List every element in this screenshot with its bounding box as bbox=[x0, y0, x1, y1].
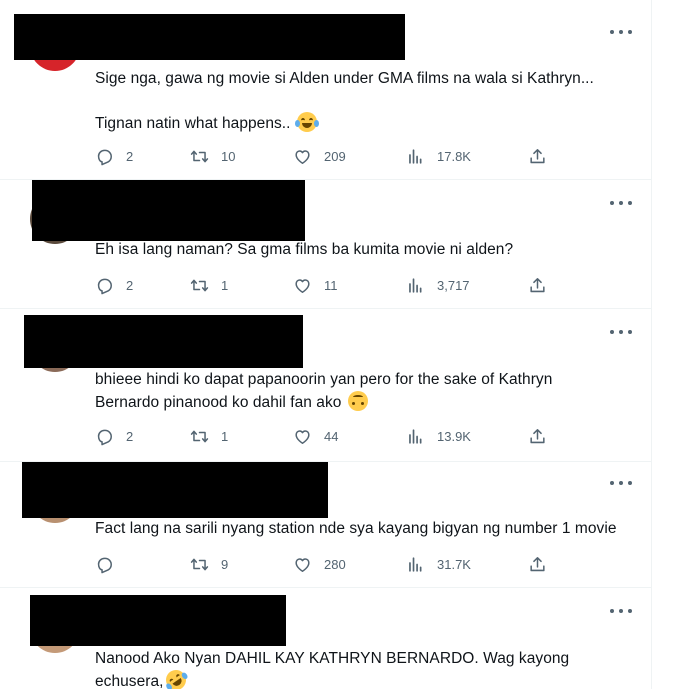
share-button[interactable] bbox=[528, 554, 547, 574]
tweet-text: Fact lang na sarili nyang station nde sy… bbox=[95, 518, 640, 540]
views-chart-icon bbox=[409, 556, 422, 572]
tweet-text-fragment: Tignan natin what happens.. bbox=[95, 115, 291, 132]
heart-icon bbox=[295, 278, 310, 293]
heart-icon bbox=[295, 557, 310, 572]
retweet-button[interactable]: 1 bbox=[190, 275, 228, 295]
tweet-text-fragment: Bernardo pinanood ko dahil fan ako bbox=[95, 394, 342, 411]
like-button[interactable]: 11 bbox=[293, 275, 338, 295]
rolling-laughing-emoji-icon bbox=[161, 666, 190, 689]
tears-of-joy-emoji-icon bbox=[294, 112, 319, 132]
redaction-block bbox=[24, 315, 303, 368]
tweet-actions: 2 1 11 3,717 bbox=[95, 275, 555, 295]
views-button[interactable]: 3,717 bbox=[406, 275, 470, 295]
tweet-text-line: Sige nga, gawa ng movie si Alden under G… bbox=[95, 70, 594, 87]
upside-down-face-emoji-icon bbox=[347, 391, 368, 411]
retweet-icon bbox=[190, 430, 209, 442]
tweet-5[interactable]: Nanood Ako Nyan DAHIL KAY KATHRYN BERNAR… bbox=[0, 588, 652, 689]
more-options-button[interactable] bbox=[610, 476, 632, 490]
more-options-button[interactable] bbox=[610, 25, 632, 39]
tweet-actions: 2 10 209 17.8K bbox=[95, 146, 555, 166]
share-icon bbox=[530, 428, 545, 443]
retweet-icon bbox=[190, 150, 209, 162]
more-options-button[interactable] bbox=[610, 604, 632, 618]
tweet-text-line: Tignan natin what happens.. bbox=[95, 112, 640, 135]
reply-button[interactable]: 2 bbox=[95, 275, 133, 295]
more-options-button[interactable] bbox=[610, 196, 632, 210]
views-chart-icon bbox=[409, 277, 422, 293]
tweet-4[interactable]: Fact lang na sarili nyang station nde sy… bbox=[0, 462, 652, 588]
like-count: 280 bbox=[324, 556, 346, 572]
views-chart-icon bbox=[409, 428, 422, 444]
tweet-actions: 9 280 31.7K bbox=[95, 554, 555, 574]
reply-count: 2 bbox=[126, 148, 134, 164]
tweet-2[interactable]: Eh isa lang naman? Sa gma films ba kumit… bbox=[0, 180, 652, 309]
tweet-text: Sige nga, gawa ng movie si Alden under G… bbox=[95, 68, 640, 135]
share-button[interactable] bbox=[528, 275, 547, 295]
reply-count: 2 bbox=[126, 277, 134, 293]
tweet-text: Eh isa lang naman? Sa gma films ba kumit… bbox=[95, 239, 640, 261]
more-options-button[interactable] bbox=[610, 325, 632, 339]
retweet-count: 1 bbox=[221, 277, 229, 293]
tweet-1[interactable]: Sige nga, gawa ng movie si Alden under G… bbox=[0, 0, 652, 180]
share-button[interactable] bbox=[528, 146, 547, 166]
reply-count: 2 bbox=[126, 428, 134, 444]
tweet-actions: 2 1 44 13.9K bbox=[95, 426, 555, 446]
share-button[interactable] bbox=[528, 426, 547, 446]
share-icon bbox=[530, 277, 545, 292]
views-button[interactable]: 17.8K bbox=[406, 146, 471, 166]
tweet-text-line: bhieee hindi ko dapat papanoorin yan per… bbox=[95, 371, 553, 388]
retweet-button[interactable]: 10 bbox=[190, 146, 235, 166]
like-button[interactable]: 280 bbox=[293, 554, 346, 574]
retweet-button[interactable]: 1 bbox=[190, 426, 228, 446]
heart-icon bbox=[295, 429, 310, 444]
reply-icon bbox=[97, 149, 112, 165]
redaction-block bbox=[22, 462, 328, 518]
tweet-text: Nanood Ako Nyan DAHIL KAY KATHRYN BERNAR… bbox=[95, 648, 640, 689]
views-chart-icon bbox=[409, 148, 422, 164]
retweet-button[interactable]: 9 bbox=[190, 554, 228, 574]
share-icon bbox=[530, 556, 545, 571]
like-button[interactable]: 44 bbox=[293, 426, 338, 446]
redaction-block bbox=[30, 595, 286, 646]
tweet-text-fragment: echusera, bbox=[95, 673, 164, 689]
tweet-text-line: Nanood Ako Nyan DAHIL KAY KATHRYN BERNAR… bbox=[95, 650, 570, 667]
reply-button[interactable]: 2 bbox=[95, 146, 133, 166]
reply-icon bbox=[97, 278, 112, 294]
redaction-block bbox=[14, 14, 405, 60]
like-button[interactable]: 209 bbox=[293, 146, 346, 166]
tweet-text-line: Eh isa lang naman? Sa gma films ba kumit… bbox=[95, 241, 514, 258]
view-count: 3,717 bbox=[437, 277, 470, 293]
retweet-count: 1 bbox=[221, 428, 229, 444]
view-count: 17.8K bbox=[437, 148, 471, 164]
tweet-text-line: Bernardo pinanood ko dahil fan ako bbox=[95, 391, 640, 414]
tweet-3[interactable]: bhieee hindi ko dapat papanoorin yan per… bbox=[0, 309, 652, 462]
like-count: 11 bbox=[324, 277, 338, 293]
tweet-text-line: echusera, bbox=[95, 666, 640, 689]
view-count: 13.9K bbox=[437, 428, 471, 444]
share-icon bbox=[530, 148, 545, 163]
retweet-count: 9 bbox=[221, 556, 229, 572]
tweet-text-line: Fact lang na sarili nyang station nde sy… bbox=[95, 520, 617, 537]
reply-icon bbox=[97, 429, 112, 445]
like-count: 44 bbox=[324, 428, 339, 444]
views-button[interactable]: 13.9K bbox=[406, 426, 471, 446]
redaction-block bbox=[32, 180, 305, 241]
reply-feed: Sige nga, gawa ng movie si Alden under G… bbox=[0, 0, 652, 689]
like-count: 209 bbox=[324, 148, 346, 164]
tweet-text: bhieee hindi ko dapat papanoorin yan per… bbox=[95, 369, 640, 414]
retweet-icon bbox=[190, 279, 209, 291]
reply-icon bbox=[97, 557, 112, 573]
retweet-count: 10 bbox=[221, 148, 236, 164]
page-gutter bbox=[652, 0, 675, 689]
reply-button[interactable] bbox=[95, 554, 126, 574]
reply-button[interactable]: 2 bbox=[95, 426, 133, 446]
retweet-icon bbox=[190, 558, 209, 570]
heart-icon bbox=[295, 149, 310, 164]
views-button[interactable]: 31.7K bbox=[406, 554, 471, 574]
view-count: 31.7K bbox=[437, 556, 471, 572]
